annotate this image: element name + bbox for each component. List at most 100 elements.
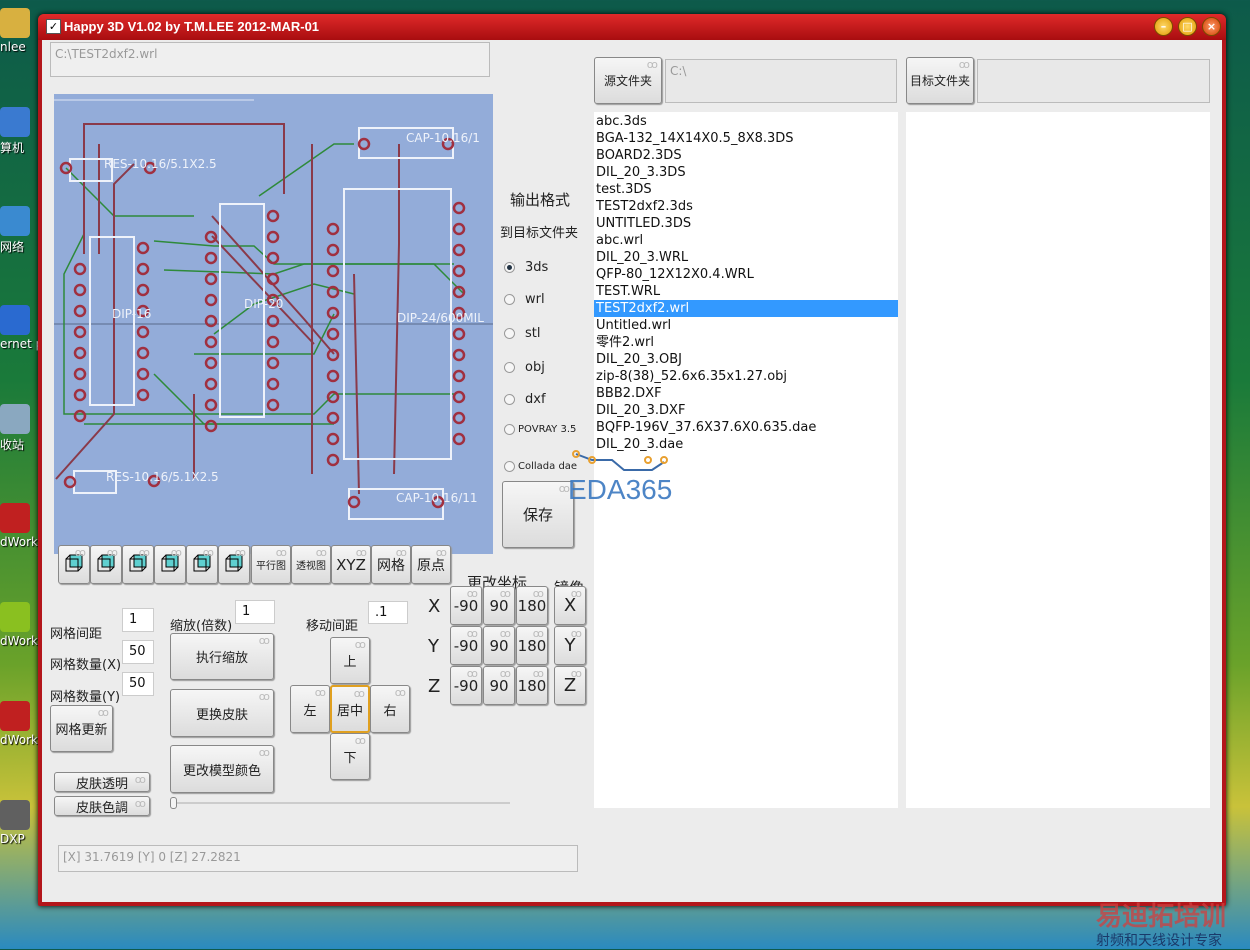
format-radio-dxf[interactable]: dxf bbox=[504, 392, 546, 407]
file-list-item[interactable]: 零件2.wrl bbox=[594, 334, 898, 351]
rotate-x-180-button[interactable]: 180 bbox=[516, 586, 548, 625]
mirror-z-button[interactable]: Z bbox=[554, 666, 586, 705]
radio-button[interactable] bbox=[504, 362, 515, 373]
target-file-list[interactable] bbox=[906, 112, 1210, 808]
grid-update-button[interactable]: 网格更新 bbox=[50, 705, 113, 752]
desktop-icon-label: dWorks awing... bbox=[0, 634, 38, 648]
grid-count-y-input[interactable]: 50 bbox=[122, 672, 154, 696]
skin-transparent-button[interactable]: 皮肤透明 bbox=[54, 772, 150, 792]
format-radio-stl[interactable]: stl bbox=[504, 326, 540, 341]
left-view-button[interactable] bbox=[122, 545, 154, 584]
rotate-y-180-button[interactable]: 180 bbox=[516, 626, 548, 665]
format-label: dxf bbox=[525, 392, 546, 407]
file-list-item[interactable]: TEST2dxf2.wrl bbox=[594, 300, 898, 317]
move-down-button[interactable]: 下 bbox=[330, 733, 370, 780]
rotate-z--90-button[interactable]: -90 bbox=[450, 666, 482, 705]
change-skin-button[interactable]: 更换皮肤 bbox=[170, 689, 274, 737]
file-list-item[interactable]: TEST2dxf2.3ds bbox=[594, 198, 898, 215]
format-radio-wrl[interactable]: wrl bbox=[504, 292, 545, 307]
radio-button[interactable] bbox=[504, 294, 515, 305]
file-list-item[interactable]: DIL_20_3.OBJ bbox=[594, 351, 898, 368]
desktop-icon[interactable]: 算机 bbox=[0, 107, 38, 156]
front-view-button[interactable] bbox=[58, 545, 90, 584]
desktop-icon[interactable]: dWorks awing... bbox=[0, 602, 38, 648]
view-parallel-button[interactable]: 平行图 bbox=[251, 545, 291, 584]
save-button[interactable]: 保存 bbox=[502, 481, 574, 548]
target-folder-button[interactable]: 目标文件夹 bbox=[906, 57, 974, 104]
file-path-field: C:\TEST2dxf2.wrl bbox=[50, 42, 490, 77]
apply-scale-button[interactable]: 执行缩放 bbox=[170, 633, 274, 680]
file-list-item[interactable]: QFP-80_12X12X0.4.WRL bbox=[594, 266, 898, 283]
change-model-color-button[interactable]: 更改模型颜色 bbox=[170, 745, 274, 793]
rotate-y--90-button[interactable]: -90 bbox=[450, 626, 482, 665]
desktop-icon[interactable]: 网络 bbox=[0, 206, 38, 255]
file-list-item[interactable]: abc.3ds bbox=[594, 113, 898, 130]
format-radio-3ds[interactable]: 3ds bbox=[504, 260, 548, 275]
maximize-button[interactable]: □ bbox=[1178, 17, 1197, 36]
file-list-item[interactable]: BOARD2.3DS bbox=[594, 147, 898, 164]
pcb-pad bbox=[326, 369, 340, 383]
format-radio-collada[interactable]: Collada dae bbox=[504, 461, 577, 472]
grid-count-x-input[interactable]: 50 bbox=[122, 640, 154, 664]
radio-button[interactable] bbox=[504, 394, 515, 405]
skin-slider-track[interactable] bbox=[170, 802, 510, 804]
desktop-icon[interactable]: nlee bbox=[0, 8, 38, 54]
radio-button[interactable] bbox=[504, 424, 515, 435]
format-radio-povray[interactable]: POVRAY 3.5 bbox=[504, 424, 576, 435]
3d-viewport[interactable]: RES-10.16/5.1X2.5 RES-10.16/5.1X2.5 CAP-10… bbox=[54, 94, 493, 554]
grid-spacing-input[interactable]: 1 bbox=[122, 608, 154, 632]
rotate-x--90-button[interactable]: -90 bbox=[450, 586, 482, 625]
grid-count-x-label: 网格数量(X) bbox=[50, 658, 122, 673]
minimize-button[interactable]: – bbox=[1154, 17, 1173, 36]
desktop-app-icon bbox=[0, 107, 30, 137]
desktop-icon[interactable]: dWorks lorer ... bbox=[0, 701, 38, 747]
move-up-button[interactable]: 上 bbox=[330, 637, 370, 684]
file-list-item[interactable]: BGA-132_14X14X0.5_8X8.3DS bbox=[594, 130, 898, 147]
top-view-button[interactable] bbox=[186, 545, 218, 584]
right-view-button[interactable] bbox=[154, 545, 186, 584]
rotate-y-90-button[interactable]: 90 bbox=[483, 626, 515, 665]
back-view-button[interactable] bbox=[90, 545, 122, 584]
radio-button[interactable] bbox=[504, 262, 515, 273]
rotate-z-180-button[interactable]: 180 bbox=[516, 666, 548, 705]
view-perspective-button[interactable]: 透视图 bbox=[291, 545, 331, 584]
desktop-icon[interactable]: 收站 bbox=[0, 404, 38, 453]
radio-button[interactable] bbox=[504, 328, 515, 339]
radio-button[interactable] bbox=[504, 461, 515, 472]
mirror-x-button[interactable]: X bbox=[554, 586, 586, 625]
desktop-icon[interactable]: DXP bbox=[0, 800, 38, 846]
file-list-item[interactable]: DIL_20_3.DXF bbox=[594, 402, 898, 419]
skin-tone-button[interactable]: 皮肤色調 bbox=[54, 796, 150, 816]
move-left-button[interactable]: 左 bbox=[290, 685, 330, 733]
move-right-button[interactable]: 右 bbox=[370, 685, 410, 733]
rotate-x-90-button[interactable]: 90 bbox=[483, 586, 515, 625]
file-list-item[interactable]: DIL_20_3.WRL bbox=[594, 249, 898, 266]
close-button[interactable]: × bbox=[1202, 17, 1221, 36]
move-center-button[interactable]: 居中 bbox=[330, 685, 370, 733]
desktop-icon[interactable]: dWorks 2012 bbox=[0, 503, 38, 549]
format-radio-obj[interactable]: obj bbox=[504, 360, 545, 375]
title-bar[interactable]: ✓ Happy 3D V1.02 by T.M.LEE 2012-MAR-01 … bbox=[38, 14, 1226, 40]
file-list-item[interactable]: UNTITLED.3DS bbox=[594, 215, 898, 232]
file-list-item[interactable]: Untitled.wrl bbox=[594, 317, 898, 334]
file-list-item[interactable]: zip-8(38)_52.6x6.35x1.27.obj bbox=[594, 368, 898, 385]
mirror-y-button[interactable]: Y bbox=[554, 626, 586, 665]
move-step-input[interactable]: .1 bbox=[368, 601, 408, 624]
bottom-view-button[interactable] bbox=[218, 545, 250, 584]
pcb-pad bbox=[266, 251, 280, 265]
view-origin-button[interactable]: 原点 bbox=[411, 545, 451, 584]
skin-slider-thumb[interactable] bbox=[170, 797, 177, 809]
rotate-z-90-button[interactable]: 90 bbox=[483, 666, 515, 705]
file-list-item[interactable]: abc.wrl bbox=[594, 232, 898, 249]
file-list-item[interactable]: DIL_20_3.3DS bbox=[594, 164, 898, 181]
file-list-item[interactable]: TEST.WRL bbox=[594, 283, 898, 300]
scale-input[interactable]: 1 bbox=[235, 600, 275, 624]
view-grid-button[interactable]: 网格 bbox=[371, 545, 411, 584]
file-list-item[interactable]: BQFP-196V_37.6X37.6X0.635.dae bbox=[594, 419, 898, 436]
file-list-item[interactable]: test.3DS bbox=[594, 181, 898, 198]
source-folder-button[interactable]: 源文件夹 bbox=[594, 57, 662, 104]
desktop-icon[interactable]: ernet plorer bbox=[0, 305, 38, 351]
file-list-item[interactable]: BBB2.DXF bbox=[594, 385, 898, 402]
format-label: wrl bbox=[525, 292, 545, 307]
view-xyz-button[interactable]: XYZ bbox=[331, 545, 371, 584]
